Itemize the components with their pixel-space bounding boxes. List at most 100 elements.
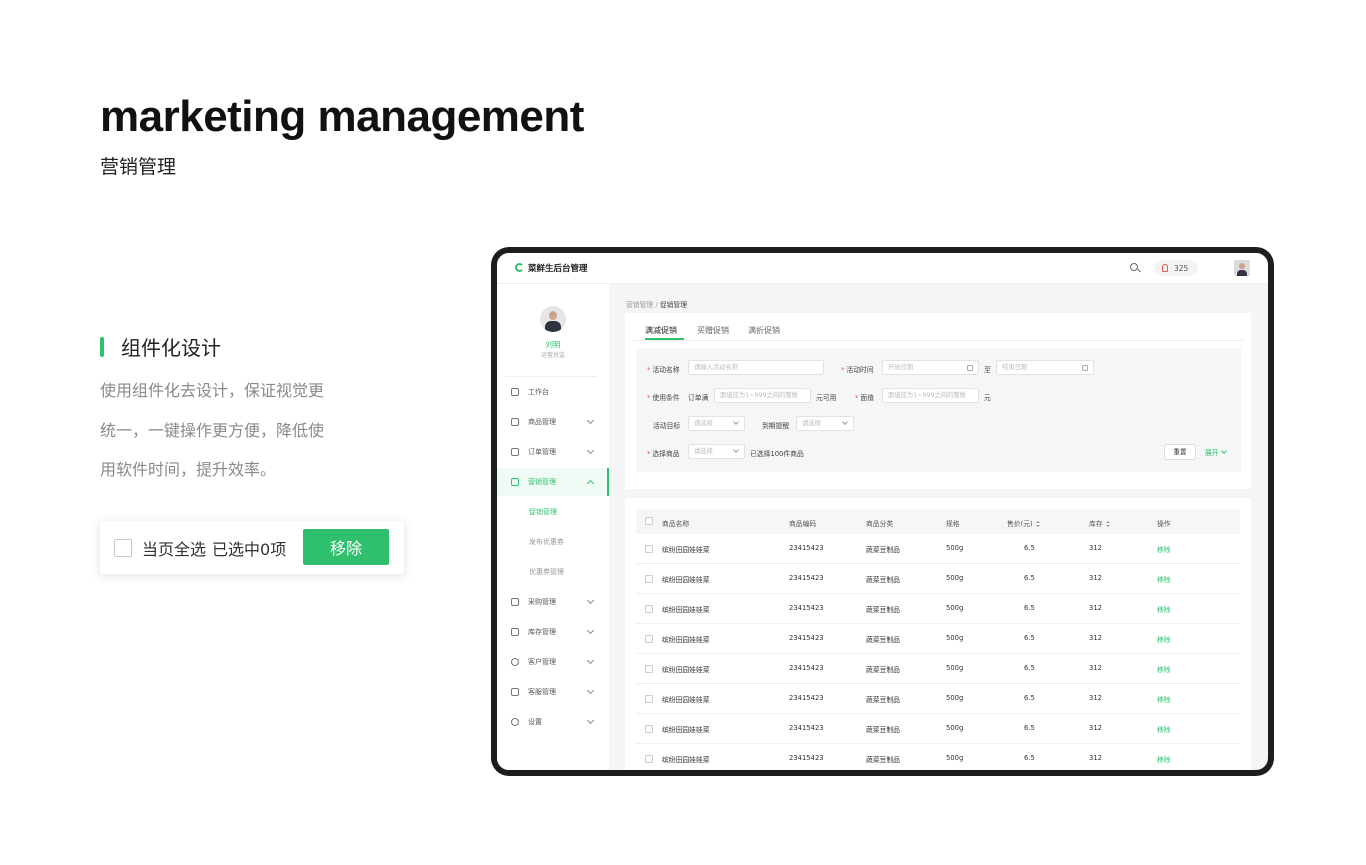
date-range-separator: 至: [984, 366, 991, 374]
row-checkbox[interactable]: [645, 635, 653, 643]
end-date-input[interactable]: 结束日期: [996, 360, 1094, 375]
breadcrumb-parent[interactable]: 营销管理: [626, 301, 653, 309]
row-checkbox[interactable]: [645, 695, 653, 703]
table-cell: 23415423: [789, 544, 824, 552]
table-cell: 6.5: [1024, 724, 1035, 732]
subnav-coupon-management[interactable]: 优惠券管理: [497, 558, 609, 586]
table-cell: 蔬菜豆制品: [866, 756, 900, 764]
select-all-checkbox[interactable]: [114, 538, 132, 557]
table-cell: 500g: [946, 664, 964, 672]
divider: [505, 376, 597, 377]
sidebar-item-products[interactable]: 商品管理: [497, 408, 609, 436]
sidebar-item-customers[interactable]: 客户管理: [497, 648, 609, 676]
sidebar-item-dashboard[interactable]: 工作台: [497, 378, 609, 406]
sidebar-item-label: 营销管理: [528, 478, 556, 486]
remove-link[interactable]: 移除: [1157, 544, 1171, 554]
table-cell: 500g: [946, 544, 964, 552]
filter-form: * 活动名称 请输入活动名称 * 活动时间 开始日期 至 结束日期 * 使用条件 订单…: [636, 348, 1241, 472]
table-cell: 6.5: [1024, 754, 1035, 762]
table-cell: 蔬菜豆制品: [866, 606, 900, 614]
remove-link[interactable]: 移除: [1157, 664, 1171, 674]
remove-link[interactable]: 移除: [1157, 754, 1171, 764]
row-checkbox[interactable]: [645, 755, 653, 763]
start-date-input[interactable]: 开始日期: [882, 360, 979, 375]
table-cell: 6.5: [1024, 694, 1035, 702]
user-avatar[interactable]: [540, 306, 566, 332]
sidebar-item-orders[interactable]: 订单管理: [497, 438, 609, 466]
condition-amount-input[interactable]: 面值应为1~999之间的整数: [714, 388, 811, 403]
notification-count: 325: [1174, 263, 1189, 273]
table-cell: 312: [1089, 694, 1102, 702]
calendar-icon: [1082, 365, 1088, 371]
sidebar-item-marketing[interactable]: 营销管理: [497, 468, 609, 496]
table-cell: 6.5: [1024, 604, 1035, 612]
promotion-filter-panel: 满减促销 买赠促销 满折促销 * 活动名称 请输入活动名称 * 活动时间 开始日期 …: [625, 313, 1251, 489]
column-header-price[interactable]: 售价(元): [1007, 518, 1041, 528]
row-checkbox[interactable]: [645, 605, 653, 613]
remove-link[interactable]: 移除: [1157, 634, 1171, 644]
table-cell: 缤纷田园娃娃菜: [662, 636, 710, 644]
tab-buy-gift[interactable]: 买赠促销: [697, 325, 729, 336]
table-row: 缤纷田园娃娃菜 23415423 蔬菜豆制品 500g 6.5 312 移除: [636, 594, 1240, 624]
table-row: 缤纷田园娃娃菜 23415423 蔬菜豆制品 500g 6.5 312 移除: [636, 684, 1240, 714]
header-checkbox[interactable]: [645, 517, 653, 525]
sidebar-item-purchasing[interactable]: 采购管理: [497, 588, 609, 616]
search-icon[interactable]: [1130, 263, 1138, 271]
sort-icon: [1035, 521, 1041, 527]
tab-full-discount[interactable]: 满折促销: [748, 325, 780, 336]
app-title: 菜鲜生后台管理: [528, 264, 588, 274]
row-checkbox[interactable]: [645, 575, 653, 583]
sidebar-item-label: 采购管理: [528, 598, 556, 606]
remove-button[interactable]: 移除: [303, 529, 389, 565]
reset-button[interactable]: 重置: [1164, 444, 1196, 460]
remove-link[interactable]: 移除: [1157, 724, 1171, 734]
row-checkbox[interactable]: [645, 665, 653, 673]
activity-time-label: * 活动时间: [841, 366, 874, 374]
subnav-publish-coupon[interactable]: 发布优惠券: [497, 528, 609, 556]
table-cell: 缤纷田园娃娃菜: [662, 576, 710, 584]
sidebar-item-label: 客服管理: [528, 688, 556, 696]
face-value-input[interactable]: 面值应为1~999之间的整数: [882, 388, 979, 403]
sidebar-item-settings[interactable]: 设置: [497, 708, 609, 736]
table-cell: 缤纷田园娃娃菜: [662, 756, 710, 764]
table-cell: 312: [1089, 664, 1102, 672]
expand-toggle[interactable]: 展开: [1205, 447, 1227, 457]
sidebar-item-support[interactable]: 客服管理: [497, 678, 609, 706]
reminder-select[interactable]: 请选择: [796, 416, 854, 431]
table-row: 缤纷田园娃娃菜 23415423 蔬菜豆制品 500g 6.5 312 移除: [636, 714, 1240, 744]
subnav-promotions[interactable]: 促销管理: [497, 498, 609, 526]
remove-link[interactable]: 移除: [1157, 574, 1171, 584]
table-cell: 500g: [946, 604, 964, 612]
breadcrumb-separator: /: [655, 301, 658, 309]
notification-button[interactable]: 325: [1154, 260, 1198, 276]
table-cell: 缤纷田园娃娃菜: [662, 546, 710, 554]
product-table-panel: 商品名称 商品编码 商品分类 规格 售价(元) 库存 操作 缤纷田园娃娃菜 234…: [625, 498, 1251, 770]
table-cell: 23415423: [789, 574, 824, 582]
hero-subtitle: 营销管理: [100, 156, 177, 178]
tab-full-reduction[interactable]: 满减促销: [645, 325, 677, 336]
target-select[interactable]: 请选择: [688, 416, 745, 431]
table-row: 缤纷田园娃娃菜 23415423 蔬菜豆制品 500g 6.5 312 移除: [636, 624, 1240, 654]
table-cell: 缤纷田园娃娃菜: [662, 726, 710, 734]
row-checkbox[interactable]: [645, 725, 653, 733]
row-checkbox[interactable]: [645, 545, 653, 553]
table-cell: 6.5: [1024, 574, 1035, 582]
table-cell: 6.5: [1024, 664, 1035, 672]
table-cell: 312: [1089, 634, 1102, 642]
table-cell: 23415423: [789, 694, 824, 702]
table-cell: 312: [1089, 724, 1102, 732]
chevron-down-icon: [586, 416, 595, 425]
table-cell: 6.5: [1024, 634, 1035, 642]
sidebar-item-inventory[interactable]: 库存管理: [497, 618, 609, 646]
table-cell: 缤纷田园娃娃菜: [662, 666, 710, 674]
column-header-stock[interactable]: 库存: [1089, 518, 1111, 528]
table-cell: 缤纷田园娃娃菜: [662, 696, 710, 704]
remove-link[interactable]: 移除: [1157, 604, 1171, 614]
goods-select[interactable]: 请选择: [688, 444, 745, 459]
activity-name-input[interactable]: 请输入活动名称: [688, 360, 824, 375]
feature-title: 组件化设计: [121, 336, 221, 360]
remove-link[interactable]: 移除: [1157, 694, 1171, 704]
table-row: 缤纷田园娃娃菜 23415423 蔬菜豆制品 500g 6.5 312 移除: [636, 744, 1240, 770]
sidebar: 刘明 运营总监 工作台 商品管理 订单管理 营销管理 促销管理 发布优惠券 优惠…: [497, 284, 609, 770]
avatar[interactable]: [1234, 260, 1250, 276]
